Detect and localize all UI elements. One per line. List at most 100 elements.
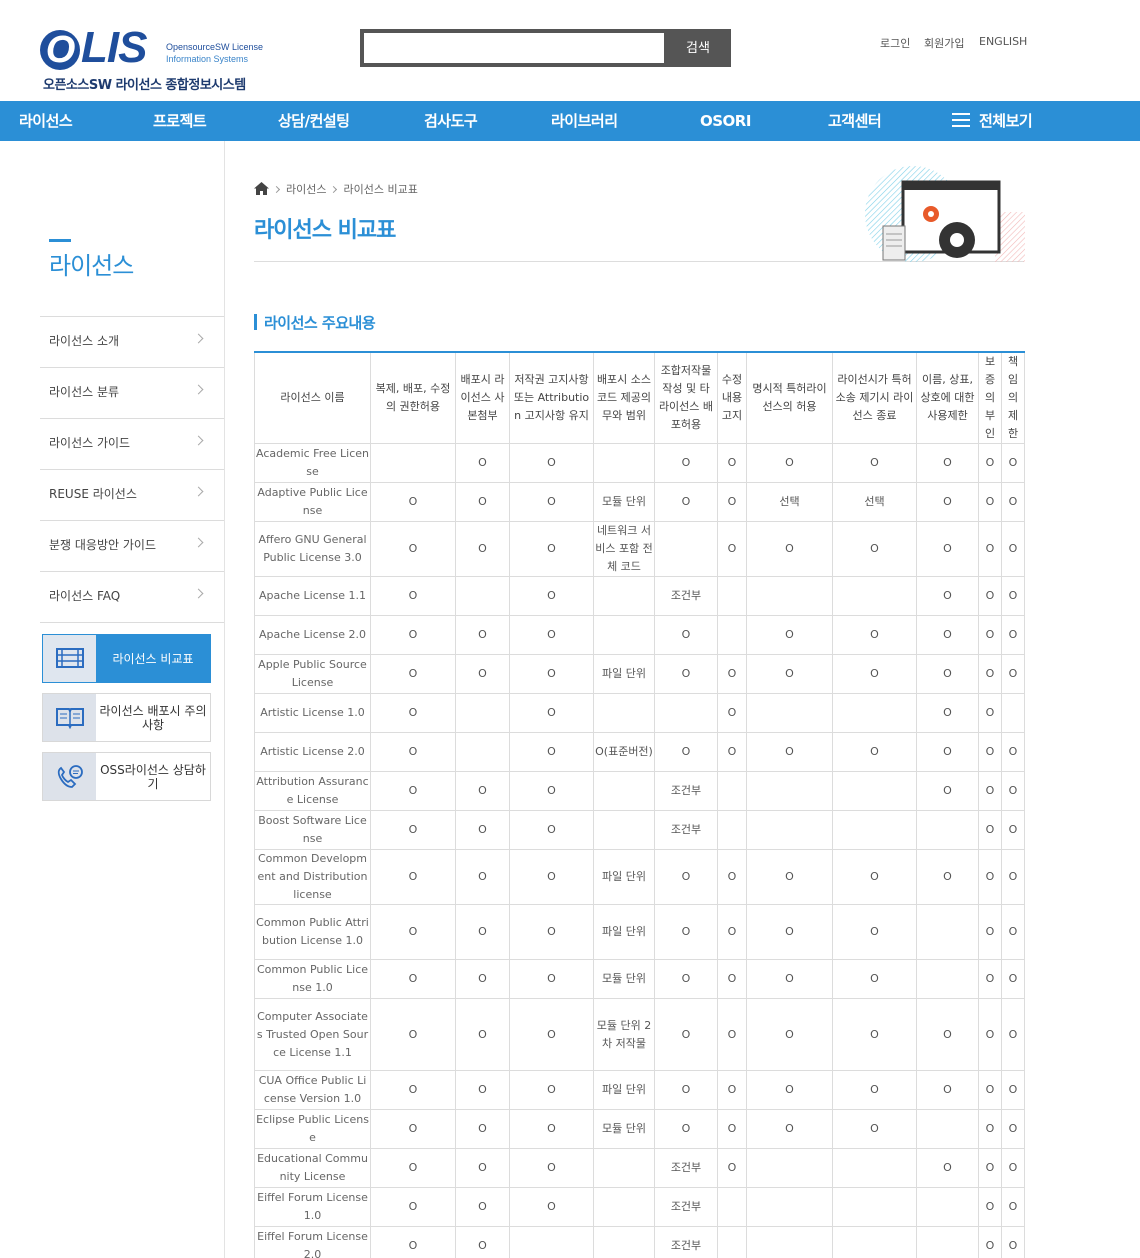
- table-cell: [916, 1226, 979, 1258]
- table-cell: O: [654, 1109, 718, 1149]
- table-cell: [746, 1226, 833, 1258]
- table-cell: [832, 810, 917, 850]
- home-icon[interactable]: [254, 182, 269, 198]
- nav-inspection-tools[interactable]: 검사도구: [424, 101, 478, 141]
- sidebar-item-label: 라이선스 분류: [49, 385, 120, 399]
- table-cell: O: [717, 732, 747, 772]
- table-cell: 조건부: [654, 810, 718, 850]
- sidebar-item-dispute-guide[interactable]: 분쟁 대응방안 가이드: [40, 520, 224, 571]
- table-cell: [455, 576, 510, 616]
- table-cell: O: [455, 998, 510, 1071]
- table-cell: O: [717, 443, 747, 483]
- table-cell: O: [978, 1187, 1002, 1227]
- table-cell: O: [509, 998, 594, 1071]
- table-cell: [593, 693, 655, 733]
- table-cell: O: [746, 654, 833, 694]
- nav-license[interactable]: 라이선스: [19, 101, 73, 141]
- logo-subtitle-2: Information Systems: [166, 54, 249, 64]
- table-cell: O: [370, 1148, 456, 1188]
- table-cell: O: [916, 521, 979, 577]
- table-cell: O: [832, 732, 917, 772]
- sidebar-divider: [224, 141, 225, 1258]
- phone-chat-icon: [43, 753, 96, 800]
- table-cell: [717, 615, 747, 655]
- nav-library[interactable]: 라이브러리: [551, 101, 618, 141]
- table-cell: O: [455, 1187, 510, 1227]
- table-cell: O: [916, 576, 979, 616]
- table-cell: [455, 693, 510, 733]
- table-cell: O: [1001, 654, 1025, 694]
- license-name-cell: Apple Public Source License: [254, 654, 371, 694]
- sidebar-item-guide[interactable]: 라이선스 가이드: [40, 418, 224, 469]
- site-logo[interactable]: O LIS OpensourceSW License Information Sy…: [40, 24, 270, 94]
- table-cell: [717, 1226, 747, 1258]
- table-cell: O: [717, 849, 747, 905]
- nav-consulting[interactable]: 상담/컨설팅: [278, 101, 350, 141]
- table-cell: O: [654, 443, 718, 483]
- table-cell: O: [509, 904, 594, 960]
- table-cell: [593, 1187, 655, 1227]
- breadcrumb-separator: [272, 185, 281, 194]
- table-cell: O: [717, 482, 747, 522]
- table-cell: O: [370, 904, 456, 960]
- sidebar-divider-line: [40, 622, 224, 623]
- table-cell: O: [509, 771, 594, 811]
- login-link[interactable]: 로그인: [880, 35, 910, 51]
- sidebar-item-faq[interactable]: 라이선스 FAQ: [40, 571, 224, 622]
- table-cell: O: [978, 771, 1002, 811]
- nav-osori[interactable]: OSORI: [700, 101, 751, 141]
- sidebar-item-reuse[interactable]: REUSE 라이선스: [40, 469, 224, 520]
- table-cell: O: [1001, 443, 1025, 483]
- license-name-cell: Eiffel Forum License 2.0: [254, 1226, 371, 1258]
- license-name-cell: Artistic License 1.0: [254, 693, 371, 733]
- nav-view-all[interactable]: 전체보기: [952, 101, 1033, 141]
- logo-mark: O LIS: [40, 24, 147, 72]
- english-link[interactable]: ENGLISH: [979, 35, 1027, 48]
- table-cell: O: [455, 810, 510, 850]
- table-cell: [1001, 693, 1025, 733]
- table-cell: O: [717, 654, 747, 694]
- table-cell: O: [1001, 482, 1025, 522]
- search-input[interactable]: [364, 33, 664, 63]
- nav-customer-center[interactable]: 고객센터: [828, 101, 882, 141]
- table-cell: O: [370, 1226, 456, 1258]
- table-row: Apache License 1.1 O O 조건부 O O O: [254, 576, 1025, 616]
- table-cell: [593, 576, 655, 616]
- license-name-cell: Affero GNU General Public License 3.0: [254, 521, 371, 577]
- table-cell: O: [1001, 1148, 1025, 1188]
- table-cell: O: [916, 771, 979, 811]
- logo-korean-title: 오픈소스SW 라이선스 종합정보시스템: [43, 78, 246, 93]
- table-cell: O: [978, 1070, 1002, 1110]
- license-name-cell: Academic Free License: [254, 443, 371, 483]
- table-cell: O: [746, 998, 833, 1071]
- quick-link-distribution-notes[interactable]: 라이선스 배포시 주의사항: [42, 693, 211, 742]
- table-cell: 파일 단위: [593, 849, 655, 905]
- table-row: Boost Software License O O O 조건부 O O: [254, 810, 1025, 850]
- table-cell: O: [509, 849, 594, 905]
- breadcrumb-license[interactable]: 라이선스: [286, 183, 326, 196]
- table-cell: [832, 771, 917, 811]
- table-cell: O: [746, 521, 833, 577]
- table-cell: O: [1001, 732, 1025, 772]
- quick-link-consultation[interactable]: OSS라이선스 상담하기: [42, 752, 211, 801]
- table-cell: O: [509, 693, 594, 733]
- table-cell: [593, 810, 655, 850]
- column-header: 배포시 라이선스 사본첨부: [455, 351, 510, 444]
- nav-project[interactable]: 프로젝트: [153, 101, 207, 141]
- page-title: 라이선스 비교표: [254, 218, 396, 243]
- table-cell: O: [370, 693, 456, 733]
- signup-link[interactable]: 회원가입: [924, 35, 964, 51]
- table-cell: O: [654, 732, 718, 772]
- sidebar-item-classification[interactable]: 라이선스 분류: [40, 367, 224, 418]
- chevron-right-icon: [193, 486, 204, 497]
- table-cell: O: [832, 443, 917, 483]
- sidebar-item-intro[interactable]: 라이선스 소개: [40, 316, 224, 367]
- table-cell: O: [978, 732, 1002, 772]
- quick-link-comparison[interactable]: 라이선스 비교표: [42, 634, 211, 683]
- table-row: Adaptive Public License O O O 모듈 단위 O O 선택 선택 O O O: [254, 482, 1025, 522]
- search-button[interactable]: 검색: [665, 29, 731, 67]
- table-cell: [916, 1109, 979, 1149]
- table-cell: O: [717, 1070, 747, 1110]
- table-cell: O: [832, 654, 917, 694]
- table-cell: O: [370, 1109, 456, 1149]
